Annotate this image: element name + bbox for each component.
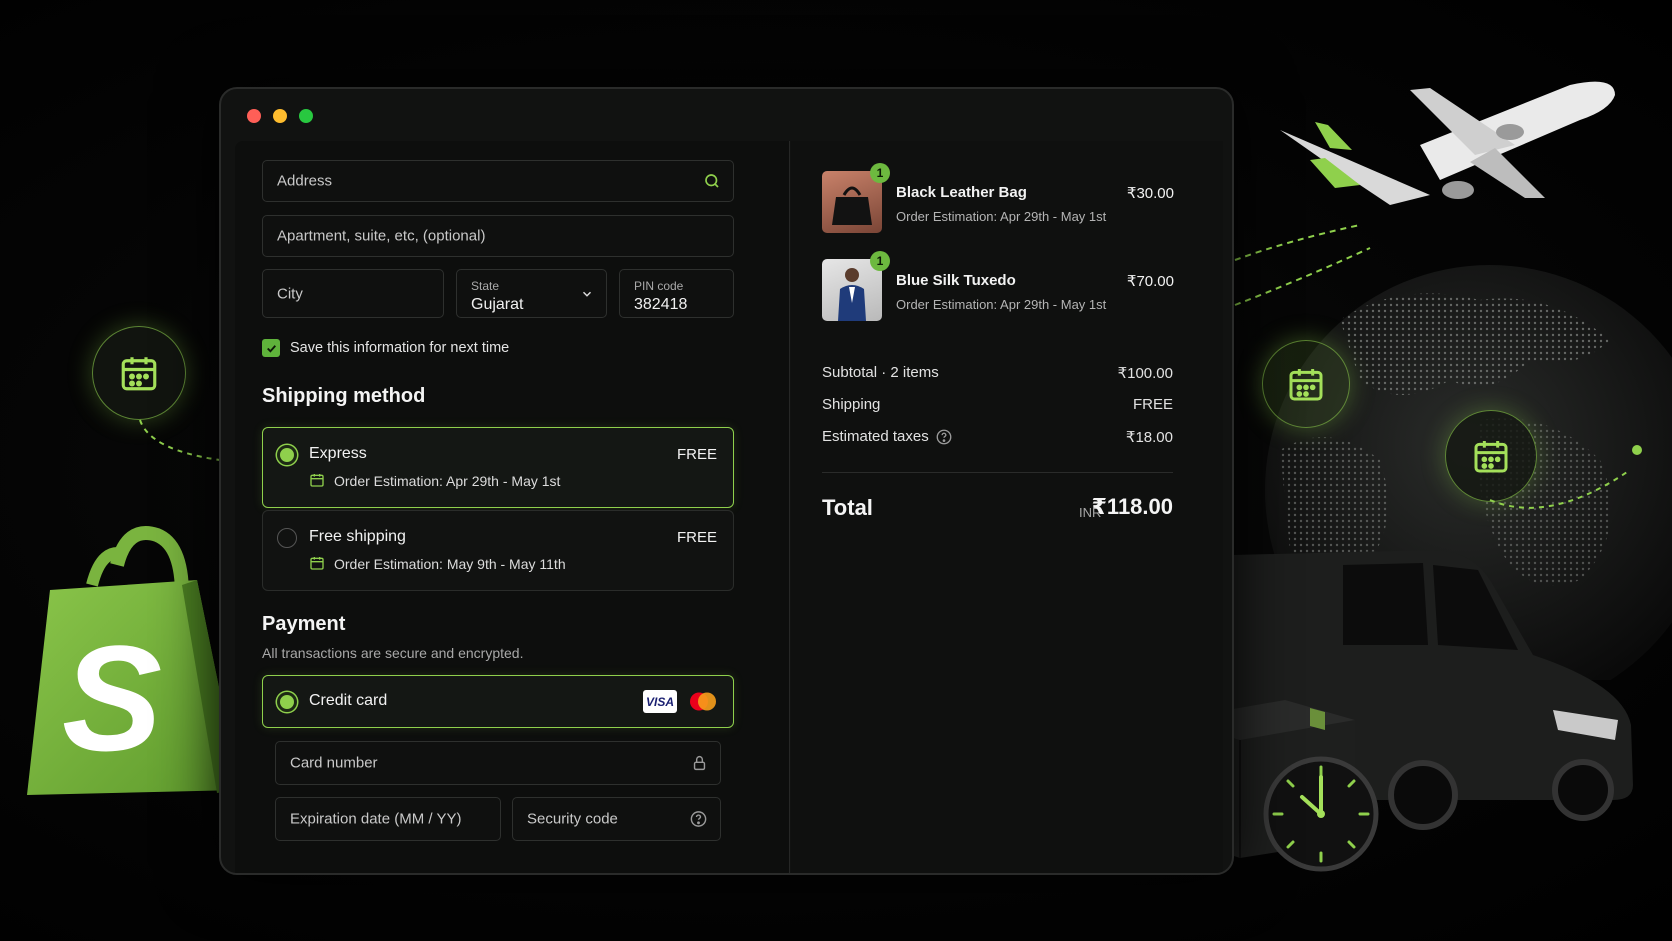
summary-divider: [822, 472, 1173, 473]
visa-logo: VISA: [643, 690, 677, 713]
location-pin-icon: [1632, 445, 1642, 455]
checkout-window: Address Apartment, suite, etc, (optional…: [219, 87, 1234, 875]
order-item: 1 Blue Silk Tuxedo Order Estimation: Apr…: [822, 251, 1174, 323]
calendar-icon: [121, 357, 157, 391]
mastercard-logo: [690, 692, 716, 711]
order-item: 1 Black Leather Bag Order Estimation: Ap…: [822, 163, 1174, 235]
shipping-option-estimate: Order Estimation: Apr 29th - May 1st: [334, 473, 561, 489]
security-code-input[interactable]: Security code: [512, 797, 721, 841]
flight-path-lines: [1234, 224, 1371, 306]
help-icon[interactable]: [935, 428, 953, 446]
free-shipping-radio[interactable]: [277, 528, 297, 548]
payment-subtitle: All transactions are secure and encrypte…: [262, 645, 524, 661]
shipping-option-express[interactable]: Express FREE Order Estimation: Apr 29th …: [262, 427, 734, 508]
state-label: State: [471, 279, 500, 293]
item-estimate: Order Estimation: Apr 29th - May 1st: [896, 297, 1107, 312]
taxes-label: Estimated taxes: [822, 428, 929, 445]
shipping-option-name: Free shipping: [309, 528, 406, 545]
pin-code-input[interactable]: PIN code 382418: [619, 269, 734, 318]
checkout-form-panel: Address Apartment, suite, etc, (optional…: [235, 141, 790, 873]
calendar-badge-globe-left: [1262, 340, 1350, 428]
shipping-method-heading: Shipping method: [262, 385, 426, 407]
city-input[interactable]: City: [262, 269, 444, 318]
search-icon[interactable]: [703, 172, 721, 190]
item-price: ₹30.00: [1126, 185, 1174, 202]
help-icon[interactable]: [689, 810, 708, 829]
close-window-button[interactable]: [247, 109, 261, 123]
calendar-icon: [310, 557, 324, 570]
shopify-bag-icon: S: [27, 526, 240, 795]
address-input[interactable]: Address: [262, 160, 734, 202]
item-name: Blue Silk Tuxedo: [896, 272, 1016, 289]
chevron-down-icon: [582, 291, 592, 297]
quantity-badge: 1: [870, 163, 890, 183]
payment-method-label: Credit card: [309, 692, 388, 709]
state-select[interactable]: State Gujarat: [456, 269, 607, 318]
card-number-input[interactable]: Card number: [275, 741, 721, 785]
route-dashed-line: [1489, 445, 1642, 509]
shipping-label: Shipping: [822, 396, 881, 413]
subtotal-label: Subtotal · 2 items: [822, 364, 939, 381]
clock-illustration: [1263, 756, 1379, 872]
payment-heading: Payment: [262, 613, 346, 635]
security-code-placeholder: Security code: [527, 810, 618, 828]
pin-code-value: 382418: [634, 296, 688, 313]
check-icon: [266, 344, 276, 353]
minimize-window-button[interactable]: [273, 109, 287, 123]
svg-text:S: S: [62, 614, 162, 782]
window-controls: [247, 109, 313, 123]
total-value: ₹118.00: [1091, 494, 1173, 519]
shipping-option-price: FREE: [676, 529, 717, 546]
item-name: Black Leather Bag: [896, 184, 1027, 201]
calendar-icon: [1289, 369, 1323, 401]
airplane-illustration: [1280, 81, 1615, 205]
item-price: ₹70.00: [1126, 273, 1174, 290]
shipping-value: FREE: [1132, 396, 1173, 413]
total-label: Total: [822, 495, 873, 520]
scene: S Address Apartment, suite, etc, (option…: [0, 0, 1672, 941]
shipping-option-price: FREE: [676, 446, 717, 463]
maximize-window-button[interactable]: [299, 109, 313, 123]
quantity-badge: 1: [870, 251, 890, 271]
lock-icon: [693, 755, 706, 771]
order-summary-panel: 1 Black Leather Bag Order Estimation: Ap…: [791, 141, 1223, 873]
credit-card-radio[interactable]: [277, 692, 297, 712]
express-radio[interactable]: [277, 445, 297, 465]
apartment-input[interactable]: Apartment, suite, etc, (optional): [262, 215, 734, 257]
taxes-value: ₹18.00: [1125, 429, 1173, 446]
calendar-badge-left: [92, 326, 186, 420]
shipping-row: Shipping FREE: [822, 396, 1173, 413]
city-placeholder: City: [277, 285, 303, 302]
state-value: Gujarat: [471, 296, 524, 313]
subtotal-value: ₹100.00: [1117, 365, 1173, 382]
item-estimate: Order Estimation: Apr 29th - May 1st: [896, 209, 1107, 224]
taxes-row: Estimated taxes ₹18.00: [822, 428, 1173, 446]
expiration-date-input[interactable]: Expiration date (MM / YY): [275, 797, 501, 841]
expiration-placeholder: Expiration date (MM / YY): [290, 810, 462, 828]
route-dashed-line-left: [139, 419, 221, 461]
save-info-label: Save this information for next time: [290, 340, 510, 356]
shipping-option-free[interactable]: Free shipping FREE Order Estimation: May…: [262, 510, 734, 591]
save-info-checkbox[interactable]: [262, 339, 280, 357]
address-placeholder: Address: [277, 172, 333, 190]
card-number-placeholder: Card number: [290, 754, 378, 772]
shipping-option-name: Express: [309, 445, 367, 462]
shipping-option-estimate: Order Estimation: May 9th - May 11th: [334, 556, 566, 572]
apartment-placeholder: Apartment, suite, etc, (optional): [277, 227, 486, 245]
subtotal-row: Subtotal · 2 items ₹100.00: [822, 364, 1173, 382]
calendar-icon: [310, 474, 324, 487]
payment-option-credit-card[interactable]: Credit card VISA: [262, 675, 734, 728]
pin-code-label: PIN code: [634, 279, 684, 293]
